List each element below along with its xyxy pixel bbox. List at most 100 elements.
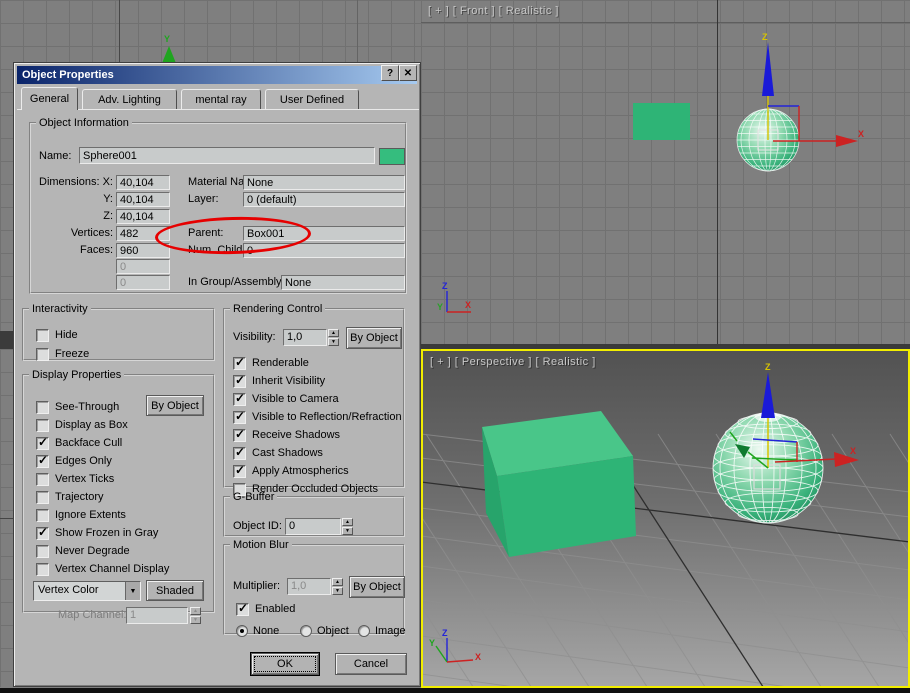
spinner-up-icon[interactable]: ▲: [342, 518, 353, 526]
checkbox-indicator[interactable]: [233, 445, 246, 460]
checkbox-indicator[interactable]: [36, 545, 49, 558]
interactivity-legend: Interactivity: [32, 303, 88, 315]
spinner-down-icon[interactable]: ▼: [328, 338, 339, 346]
checkbox-freeze[interactable]: Freeze: [24, 348, 213, 363]
name-label: Name:: [39, 150, 72, 162]
checkbox-indicator[interactable]: [36, 525, 49, 540]
shaded-button[interactable]: Shaded: [146, 580, 204, 601]
box-object-front[interactable]: [633, 103, 690, 140]
world-axis-tripod-perspective: Z Y X: [429, 628, 481, 663]
viewport-perspective-label[interactable]: [ + ] [ Perspective ] [ Realistic ]: [430, 356, 596, 368]
dialog-titlebar[interactable]: Object Properties: [17, 66, 417, 84]
tab-adv-lighting[interactable]: Adv. Lighting: [82, 89, 177, 109]
gizmo-x-label: X: [858, 129, 864, 139]
checkbox-enabled[interactable]: Enabled: [225, 601, 403, 618]
checkbox-indicator[interactable]: [233, 355, 246, 370]
viewport-front-label[interactable]: [ + ] [ Front ] [ Realistic ]: [428, 5, 559, 17]
visibility-spinner[interactable]: ▲ ▼: [328, 329, 339, 346]
checkbox-hide[interactable]: Hide: [24, 329, 213, 344]
checkbox-indicator[interactable]: [236, 601, 249, 616]
checkbox-indicator[interactable]: [36, 563, 49, 576]
gizmo-x-label: X: [850, 446, 856, 456]
box-object-perspective[interactable]: [482, 411, 636, 557]
checkbox-edges-only[interactable]: Edges Only: [24, 453, 213, 470]
object-information-legend: Object Information: [39, 117, 129, 129]
cancel-button[interactable]: Cancel: [335, 653, 407, 675]
spinner-down-icon[interactable]: ▼: [190, 616, 201, 624]
gizmo-x-arrow-icon[interactable]: [836, 135, 858, 147]
checkbox-inherit-visibility[interactable]: Inherit Visibility: [225, 373, 403, 390]
checkbox-apply-atmospherics[interactable]: Apply Atmospherics: [225, 463, 403, 480]
checkbox-receive-shadows[interactable]: Receive Shadows: [225, 427, 403, 444]
checkbox-indicator[interactable]: [36, 401, 49, 414]
checkbox-indicator[interactable]: [36, 348, 49, 361]
spinner-down-icon[interactable]: ▼: [332, 587, 343, 595]
checkbox-visible-to-camera[interactable]: Visible to Camera: [225, 391, 403, 408]
motion-blur-by-object-button[interactable]: By Object: [349, 576, 405, 598]
checkbox-vertex-channel-display[interactable]: Vertex Channel Display: [24, 563, 213, 578]
checkbox-trajectory[interactable]: Trajectory: [24, 491, 213, 506]
group-assembly-label: In Group/Assembly:: [188, 276, 285, 288]
object-id-value[interactable]: 0: [285, 518, 341, 535]
dropdown-arrow-icon[interactable]: ▼: [125, 582, 140, 600]
radio-none[interactable]: [236, 625, 248, 637]
close-icon[interactable]: ✕: [399, 65, 417, 81]
map-channel-value[interactable]: 1: [126, 607, 188, 624]
visibility-label: Visibility:: [233, 331, 276, 343]
visibility-by-object-button[interactable]: By Object: [346, 327, 402, 349]
map-channel-spinner[interactable]: ▲ ▼: [190, 607, 201, 624]
gizmo-z-arrow-icon[interactable]: [762, 42, 774, 96]
tab-user-defined[interactable]: User Defined: [265, 89, 359, 109]
checkbox-backface-cull[interactable]: Backface Cull: [24, 435, 213, 452]
checkbox-indicator[interactable]: [233, 373, 246, 388]
tab-mental-ray[interactable]: mental ray: [181, 89, 261, 109]
checkbox-display-as-box[interactable]: Display as Box: [24, 419, 213, 434]
multiplier-value[interactable]: 1,0: [287, 578, 331, 595]
spinner-up-icon[interactable]: ▲: [190, 607, 201, 615]
checkbox-renderable[interactable]: Renderable: [225, 355, 403, 372]
visibility-value[interactable]: 1,0: [283, 329, 327, 346]
help-button[interactable]: ?: [381, 65, 399, 81]
checkbox-indicator[interactable]: [36, 509, 49, 522]
viewport-perspective[interactable]: [ + ] [ Perspective ] [ Realistic ] Z X …: [421, 349, 910, 688]
rendering-control-group: Rendering Control Visibility: 1,0 ▲ ▼ By…: [223, 303, 405, 496]
multiplier-spinner[interactable]: ▲ ▼: [332, 578, 343, 595]
checkbox-visible-to-reflection[interactable]: Visible to Reflection/Refraction: [225, 409, 403, 426]
name-input[interactable]: [79, 147, 375, 164]
tab-general[interactable]: General: [21, 87, 78, 110]
material-name-value: None: [243, 175, 405, 190]
checkbox-indicator[interactable]: [233, 409, 246, 424]
spinner-up-icon[interactable]: ▲: [332, 578, 343, 586]
checkbox-see-through[interactable]: See-Through: [24, 401, 213, 416]
motion-blur-legend: Motion Blur: [233, 539, 289, 551]
object-id-spinner[interactable]: ▲ ▼: [342, 518, 353, 535]
spinner-down-icon[interactable]: ▼: [342, 527, 353, 535]
checkbox-indicator[interactable]: [36, 435, 49, 450]
checkbox-cast-shadows[interactable]: Cast Shadows: [225, 445, 403, 462]
object-id-label: Object ID:: [233, 520, 282, 532]
checkbox-indicator[interactable]: [36, 419, 49, 432]
checkbox-never-degrade[interactable]: Never Degrade: [24, 545, 213, 560]
gizmo-z-arrow-icon[interactable]: [761, 372, 775, 418]
checkbox-indicator[interactable]: [36, 473, 49, 486]
radio-image[interactable]: [358, 625, 370, 637]
vertex-channel-dropdown[interactable]: Vertex Color ▼: [33, 581, 141, 601]
tripod-y-label: Y: [429, 638, 435, 648]
checkbox-indicator[interactable]: [36, 453, 49, 468]
checkbox-ignore-extents[interactable]: Ignore Extents: [24, 509, 213, 524]
ok-button[interactable]: OK: [251, 653, 319, 675]
checkbox-show-frozen-in-gray[interactable]: Show Frozen in Gray: [24, 525, 213, 542]
checkbox-vertex-ticks[interactable]: Vertex Ticks: [24, 473, 213, 488]
object-color-swatch[interactable]: [379, 148, 405, 165]
viewport-front[interactable]: [ + ] [ Front ] [ Realistic ] Z X Z X Y: [421, 0, 910, 344]
display-properties-group: Display Properties By Object See-Through…: [22, 369, 215, 624]
checkbox-indicator[interactable]: [233, 391, 246, 406]
checkbox-indicator[interactable]: [36, 329, 49, 342]
checkbox-indicator[interactable]: [36, 491, 49, 504]
map-channel-label: Map Channel:: [58, 609, 127, 621]
layer-label: Layer:: [188, 193, 219, 205]
spinner-up-icon[interactable]: ▲: [328, 329, 339, 337]
checkbox-indicator[interactable]: [233, 427, 246, 442]
radio-object[interactable]: [300, 625, 312, 637]
checkbox-indicator[interactable]: [233, 463, 246, 478]
